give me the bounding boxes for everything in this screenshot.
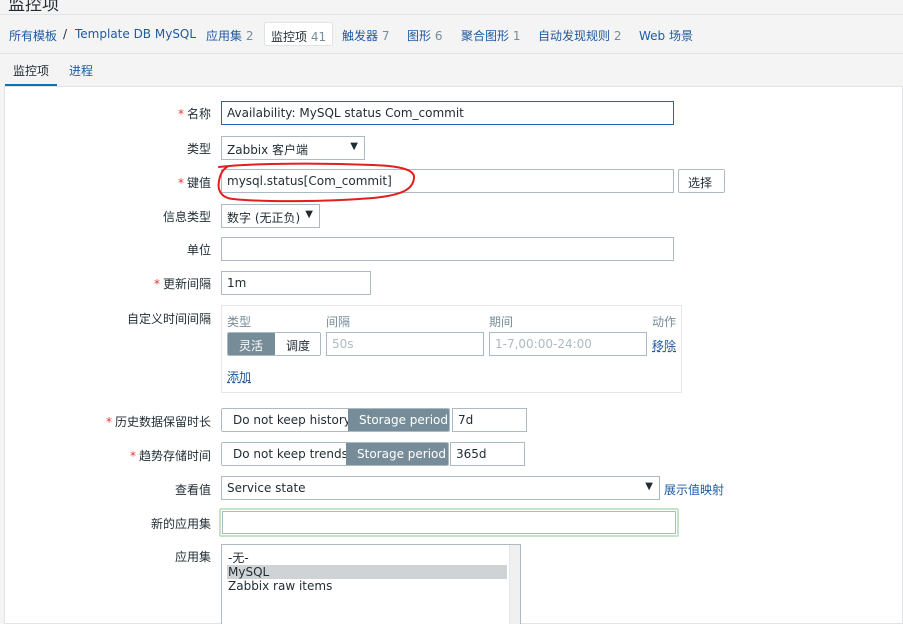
list-item-selected[interactable]: MySQL [227,565,507,579]
applications-listbox[interactable]: -无- MySQL Zabbix raw items [221,544,521,624]
type-select[interactable]: Zabbix 客户端 ▼ [221,136,365,160]
custom-intervals-label: 自定义时间间隔 [126,312,211,326]
history-input[interactable]: 7d [452,408,527,432]
value-mapping-link[interactable]: 展示值映射 [664,481,724,498]
update-interval-input[interactable]: 1m [221,271,371,295]
period-input[interactable]: 1-7,00:00-24:00 [489,332,647,356]
units-input[interactable] [221,237,674,261]
interval-input[interactable]: 50s [326,332,484,356]
key-input[interactable]: mysql.status[Com_commit] [221,169,674,193]
trends-label: * 趋势存储时间 [129,449,211,463]
show-value-label: 查看值 [174,483,211,497]
type-label: 类型 [186,142,211,156]
trends-input[interactable]: 365d [450,442,525,466]
col-type-header: 类型 [227,315,252,329]
interval-type-toggle: 灵活 调度 [227,332,321,356]
history-label: * 历史数据保留时长 [105,415,211,429]
remove-interval-link[interactable]: 移除 [652,337,676,354]
name-input[interactable]: Availability: MySQL status Com_commit [221,101,674,125]
flexible-option[interactable]: 灵活 [228,333,275,355]
caret-down-icon: ▼ [645,481,653,492]
value-type-select[interactable]: 数字 (无正负) ▼ [221,204,320,228]
trends-toggle: Do not keep trends Storage period [221,442,449,466]
list-item[interactable]: Zabbix raw items [227,579,507,593]
show-value-select[interactable]: Service state ▼ [221,476,660,500]
form-panel: * 名称 Availability: MySQL status Com_commi… [4,86,903,624]
history-toggle: Do not keep history Storage period [221,408,450,432]
name-label: * 名称 [177,107,211,121]
col-interval-header: 间隔 [326,315,351,329]
update-interval-label: * 更新间隔 [153,277,211,291]
value-type-label: 信息类型 [162,210,211,224]
add-interval-link[interactable]: 添加 [227,368,251,385]
history-storage-option[interactable]: Storage period [348,409,449,431]
listbox-scrollbar[interactable] [509,545,520,624]
applications-label: 应用集 [174,550,211,564]
new-application-label: 新的应用集 [150,517,211,531]
col-period-header: 期间 [489,315,514,329]
new-application-input[interactable] [222,511,676,534]
custom-intervals-table: 类型 间隔 期间 动作 灵活 调度 50s 1-7,00:00-24:00 移除… [221,305,682,393]
new-application-field [219,508,679,537]
trends-storage-option[interactable]: Storage period [346,443,448,465]
list-item[interactable]: -无- [227,551,507,565]
col-action-header: 动作 [652,315,677,329]
history-no-keep-option[interactable]: Do not keep history [222,409,351,431]
caret-down-icon: ▼ [350,141,358,152]
key-select-button[interactable]: 选择 [678,169,725,193]
trends-no-keep-option[interactable]: Do not keep trends [222,443,348,465]
caret-down-icon: ▼ [305,209,313,220]
key-label: * 键值 [177,176,211,190]
units-label: 单位 [186,243,211,257]
scheduling-option[interactable]: 调度 [275,333,320,355]
